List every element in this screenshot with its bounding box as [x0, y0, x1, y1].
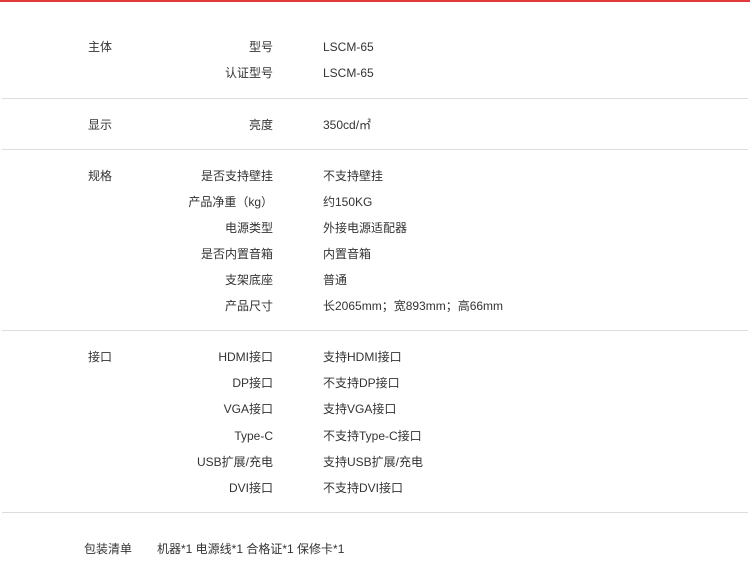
spec-row: VGA接口 支持VGA接口	[0, 401, 750, 417]
spec-value: 外接电源适配器	[323, 221, 408, 235]
spec-row: DVI接口 不支持DVI接口	[0, 480, 750, 496]
section-divider	[2, 98, 748, 99]
spec-key: VGA接口	[223, 402, 273, 416]
spec-row: HDMI接口 支持HDMI接口	[0, 349, 750, 365]
spec-key: 亮度	[248, 118, 273, 132]
spec-key: DP接口	[232, 376, 273, 390]
spec-row: 产品尺寸 长2065mm；宽893mm；高66mm	[0, 298, 750, 314]
spec-row: Type-C 不支持Type-C接口	[0, 428, 750, 444]
spec-value: 不支持DP接口	[323, 376, 400, 390]
spec-key: HDMI接口	[218, 350, 273, 364]
top-accent-line	[0, 0, 750, 2]
spec-key: DVI接口	[228, 481, 273, 495]
spec-key: Type-C	[234, 429, 273, 443]
package-label: 包装清单	[84, 542, 133, 556]
section-divider	[2, 149, 748, 150]
section-divider	[2, 330, 748, 331]
spec-value: 约150KG	[323, 195, 373, 209]
spec-key: 型号	[248, 40, 273, 54]
spec-row: 亮度 350cd/㎡	[0, 117, 750, 133]
spec-value: 不支持壁挂	[323, 169, 384, 183]
package-value: 机器*1 电源线*1 合格证*1 保修卡*1	[157, 542, 345, 556]
spec-key: 是否支持壁挂	[200, 169, 273, 183]
spec-key: 是否内置音箱	[200, 247, 273, 261]
spec-key: 产品尺寸	[224, 299, 273, 313]
spec-value: 不支持Type-C接口	[323, 429, 422, 443]
spec-value: LSCM-65	[323, 66, 374, 80]
spec-value: LSCM-65	[323, 40, 374, 54]
spec-row: USB扩展/充电 支持USB扩展/充电	[0, 454, 750, 470]
spec-row: 认证型号 LSCM-65	[0, 65, 750, 81]
spec-row: 电源类型 外接电源适配器	[0, 220, 750, 236]
spec-row: 支架底座 普通	[0, 272, 750, 288]
spec-row: 是否内置音箱 内置音箱	[0, 246, 750, 262]
spec-value: 普通	[323, 273, 348, 287]
spec-key: USB扩展/充电	[196, 455, 273, 469]
spec-value: 内置音箱	[323, 247, 372, 261]
section-divider	[2, 512, 748, 513]
spec-row: DP接口 不支持DP接口	[0, 375, 750, 391]
spec-row: 是否支持壁挂 不支持壁挂	[0, 168, 750, 184]
spec-value: 支持HDMI接口	[323, 350, 402, 364]
spec-key: 电源类型	[224, 221, 273, 235]
spec-row: 型号 LSCM-65	[0, 39, 750, 55]
spec-value: 支持USB扩展/充电	[323, 455, 424, 469]
spec-key: 产品净重（kg）	[188, 195, 273, 209]
spec-row: 产品净重（kg） 约150KG	[0, 194, 750, 210]
spec-value: 350cd/㎡	[323, 118, 372, 132]
spec-key: 认证型号	[224, 66, 273, 80]
spec-key: 支架底座	[224, 273, 273, 287]
spec-value: 不支持DVI接口	[323, 481, 404, 495]
spec-value: 支持VGA接口	[323, 402, 397, 416]
spec-value: 长2065mm；宽893mm；高66mm	[323, 299, 504, 313]
